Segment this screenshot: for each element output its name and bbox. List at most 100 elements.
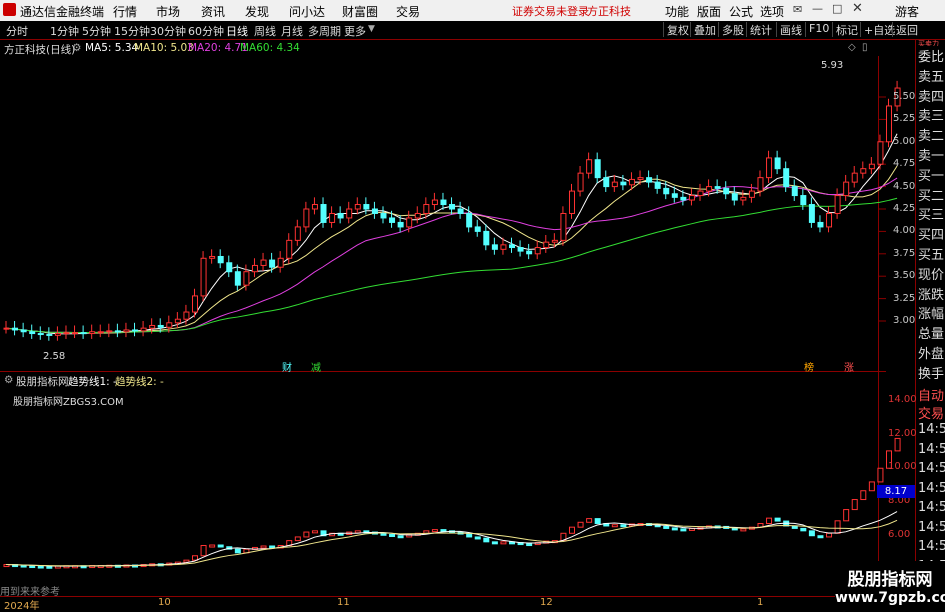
indicator-bar <box>851 499 858 511</box>
candle-body <box>886 105 893 143</box>
event-marker-jian[interactable]: 减 <box>311 359 321 374</box>
candle-body <box>191 295 198 313</box>
candle-body <box>20 329 27 333</box>
candle-body <box>826 212 833 228</box>
candle-body <box>628 178 635 186</box>
candle-body <box>354 204 361 210</box>
indicator-subtext: 股朋指标网ZBGS3.COM <box>13 397 124 408</box>
candle-body <box>654 181 661 189</box>
indicator-bar <box>680 528 687 532</box>
candle-body <box>843 181 850 197</box>
candle-body <box>646 177 653 183</box>
candle-body <box>106 330 113 333</box>
indicator-bar <box>526 543 533 547</box>
indicator-bar <box>474 536 481 540</box>
indicator-bar <box>269 545 276 549</box>
indicator-bar <box>611 524 618 528</box>
indicator-bar <box>200 544 207 557</box>
candle-body <box>723 187 730 195</box>
candle-body <box>731 193 738 201</box>
candle-body <box>346 208 353 219</box>
sidebar-time: 14:56 <box>918 461 945 476</box>
indicator-tick-label: 10.00 <box>888 461 917 473</box>
event-marker-zhang[interactable]: 涨 <box>844 359 854 374</box>
sidebar-item: 买四 <box>918 224 945 244</box>
candle-body <box>577 172 584 192</box>
sidebar-time: 14:56 <box>918 480 945 496</box>
sidebar-item: 外盘 <box>918 343 945 362</box>
candle-body <box>294 226 301 241</box>
indicator-bar <box>808 530 815 537</box>
sidebar-item: 卖五 <box>918 65 945 85</box>
indicator-bar <box>800 527 807 532</box>
indicator-tick-label: 12.00 <box>888 427 917 439</box>
price-tick-label: 5.25 <box>893 113 916 125</box>
candle-body <box>243 271 250 286</box>
sidebar-item: 卖四 <box>918 85 945 105</box>
candle-body <box>560 212 567 241</box>
low-price-label: 2.58 <box>43 351 66 362</box>
candle-body <box>174 318 181 324</box>
candle-body <box>868 163 875 170</box>
indicator-settings-icon[interactable]: ⚙ <box>4 374 13 386</box>
indicator-bar <box>577 521 584 528</box>
sidebar-item: 总量 <box>918 323 945 343</box>
indicator-bar <box>303 531 310 538</box>
indicator-bar <box>389 534 396 538</box>
candle-body <box>637 177 644 180</box>
indicator-bar <box>217 544 224 548</box>
indicator-bar <box>37 565 44 569</box>
sidebar-item: 委比 <box>918 46 945 65</box>
candle-body <box>663 187 670 195</box>
candle-body <box>329 212 336 223</box>
indicator-bar <box>894 437 901 452</box>
candle-body <box>12 327 19 331</box>
date-label-2024: 2024年 <box>4 601 40 612</box>
candle-body <box>500 244 507 250</box>
candle-body <box>371 208 378 214</box>
indicator-bar <box>817 535 824 539</box>
candlestick-chart[interactable] <box>0 0 945 609</box>
indicator-bar <box>671 527 678 531</box>
date-label-jan: 1 <box>757 597 764 608</box>
candle-body <box>534 247 541 255</box>
price-tick-label: 3.00 <box>893 315 916 326</box>
indicator-bar <box>594 518 601 525</box>
ma60-line <box>5 197 898 334</box>
candle-body <box>706 186 713 192</box>
candle-body <box>620 181 627 186</box>
indicator-bar <box>826 532 833 538</box>
candle-body <box>774 157 781 170</box>
candle-body <box>97 331 104 334</box>
candle-body <box>474 226 481 232</box>
candle-body <box>269 259 276 268</box>
indicator-bar <box>311 530 318 534</box>
indicator-bar <box>294 536 301 542</box>
candle-body <box>800 195 807 206</box>
candle-body <box>509 244 516 249</box>
price-tick-label: 5.50 <box>893 91 916 102</box>
candle-body <box>80 332 87 335</box>
candle-body <box>260 259 267 266</box>
candle-body <box>72 332 79 335</box>
sidebar-item: 卖二 <box>918 125 945 145</box>
candle-body <box>526 250 533 255</box>
indicator-bar <box>191 555 198 561</box>
indicator-bar <box>834 520 841 534</box>
candle-body <box>251 264 258 273</box>
indicator-name[interactable]: 股朋指标网 <box>16 374 69 389</box>
trend-line-1-legend: 趋势线1: - <box>68 376 117 388</box>
event-marker-cai[interactable]: 财 <box>282 359 292 374</box>
sidebar-item: 买三 <box>918 204 945 224</box>
sidebar-item: 现价 <box>918 263 945 283</box>
footer-text: 用到来来参考 <box>0 587 60 598</box>
candle-body <box>697 190 704 197</box>
candle-body <box>380 212 387 219</box>
event-marker-yao[interactable]: 榜 <box>804 359 814 374</box>
sidebar-time: 14:56 <box>918 441 945 457</box>
price-tick-label: 3.25 <box>893 292 916 304</box>
candle-body <box>37 333 44 336</box>
candle-body <box>611 181 618 188</box>
candle-body <box>791 186 798 197</box>
indicator-bar <box>663 525 670 529</box>
